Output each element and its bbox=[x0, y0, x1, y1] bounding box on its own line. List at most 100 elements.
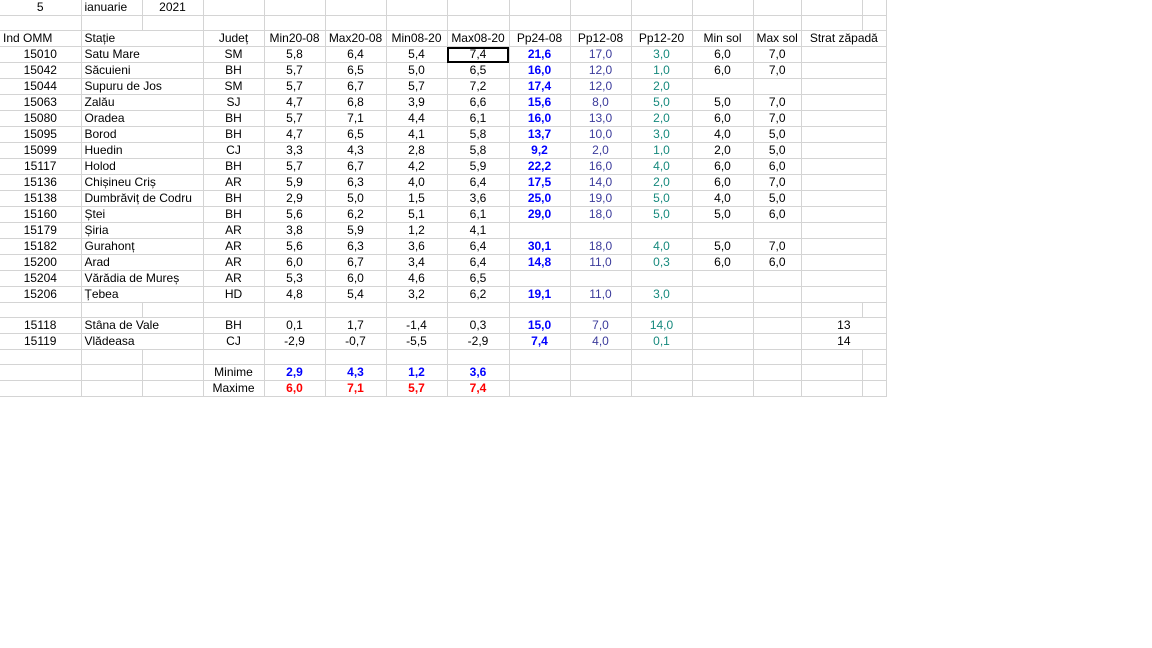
max20-08[interactable]: 6,2 bbox=[325, 206, 387, 223]
pp12-08[interactable]: 11,0 bbox=[570, 254, 632, 271]
empty-cell[interactable] bbox=[386, 0, 448, 16]
pp12-08[interactable]: 4,0 bbox=[570, 333, 632, 350]
pp12-20[interactable]: 3,0 bbox=[631, 46, 693, 63]
minime-value[interactable]: 3,6 bbox=[447, 364, 510, 381]
pp12-08[interactable]: 18,0 bbox=[570, 206, 632, 223]
pp12-08[interactable]: 10,0 bbox=[570, 126, 632, 143]
county[interactable]: BH bbox=[203, 62, 265, 79]
min20-08[interactable]: 5,7 bbox=[264, 78, 326, 95]
station-id[interactable]: 15136 bbox=[0, 174, 82, 191]
max20-08[interactable]: 6,7 bbox=[325, 254, 387, 271]
min20-08[interactable]: 5,7 bbox=[264, 158, 326, 175]
empty-cell[interactable] bbox=[570, 15, 632, 31]
min20-08[interactable]: 5,7 bbox=[264, 62, 326, 79]
min-sol[interactable] bbox=[692, 286, 754, 303]
station-id[interactable]: 15204 bbox=[0, 270, 82, 287]
min-sol[interactable]: 4,0 bbox=[692, 126, 754, 143]
empty-cell[interactable] bbox=[570, 0, 632, 16]
empty-cell[interactable] bbox=[447, 349, 510, 365]
header-pp24-08[interactable]: Pp24-08 bbox=[509, 30, 571, 47]
pp24-08[interactable]: 17,4 bbox=[509, 78, 571, 95]
station-id[interactable]: 15119 bbox=[0, 333, 82, 350]
header-max20-08[interactable]: Max20-08 bbox=[325, 30, 387, 47]
empty-cell[interactable] bbox=[0, 364, 82, 381]
strat-zapada[interactable] bbox=[801, 206, 887, 223]
empty-cell[interactable] bbox=[509, 302, 571, 318]
empty-cell[interactable] bbox=[801, 380, 863, 397]
empty-cell[interactable] bbox=[203, 349, 265, 365]
max08-20[interactable]: 5,9 bbox=[447, 158, 510, 175]
max-sol[interactable]: 5,0 bbox=[753, 142, 802, 159]
strat-zapada[interactable]: 14 bbox=[801, 333, 887, 350]
empty-cell[interactable] bbox=[142, 349, 204, 365]
min-sol[interactable] bbox=[692, 78, 754, 95]
empty-cell[interactable] bbox=[264, 302, 326, 318]
station-id[interactable]: 15182 bbox=[0, 238, 82, 255]
empty-cell[interactable] bbox=[203, 15, 265, 31]
minime-label[interactable]: Minime bbox=[203, 364, 265, 381]
pp24-08[interactable] bbox=[509, 270, 571, 287]
max-sol[interactable]: 7,0 bbox=[753, 94, 802, 111]
empty-cell[interactable] bbox=[142, 15, 204, 31]
pp12-08[interactable]: 18,0 bbox=[570, 238, 632, 255]
max20-08[interactable]: 6,3 bbox=[325, 238, 387, 255]
header-ind-omm[interactable]: Ind OMM bbox=[0, 30, 82, 47]
max08-20[interactable]: 6,1 bbox=[447, 206, 510, 223]
pp24-08[interactable]: 21,6 bbox=[509, 46, 571, 63]
max-sol[interactable]: 7,0 bbox=[753, 174, 802, 191]
min-sol[interactable]: 6,0 bbox=[692, 46, 754, 63]
county[interactable]: BH bbox=[203, 317, 265, 334]
empty-cell[interactable] bbox=[862, 349, 887, 365]
station-name[interactable]: Gurahonț bbox=[81, 238, 204, 255]
min-sol[interactable]: 4,0 bbox=[692, 190, 754, 207]
min08-20[interactable]: 5,7 bbox=[386, 78, 448, 95]
minime-value[interactable]: 2,9 bbox=[264, 364, 326, 381]
max-sol[interactable]: 7,0 bbox=[753, 110, 802, 127]
station-id[interactable]: 15160 bbox=[0, 206, 82, 223]
empty-cell[interactable] bbox=[631, 302, 693, 318]
station-name[interactable]: Șiria bbox=[81, 222, 204, 239]
pp24-08[interactable]: 19,1 bbox=[509, 286, 571, 303]
empty-cell[interactable] bbox=[386, 302, 448, 318]
station-id[interactable]: 15118 bbox=[0, 317, 82, 334]
empty-cell[interactable] bbox=[692, 0, 754, 16]
max08-20[interactable]: 4,1 bbox=[447, 222, 510, 239]
empty-cell[interactable] bbox=[142, 380, 204, 397]
pp24-08[interactable]: 7,4 bbox=[509, 333, 571, 350]
pp12-20[interactable]: 14,0 bbox=[631, 317, 693, 334]
max20-08[interactable]: 6,7 bbox=[325, 78, 387, 95]
min-sol[interactable]: 6,0 bbox=[692, 110, 754, 127]
station-name[interactable]: Borod bbox=[81, 126, 204, 143]
pp12-20[interactable]: 4,0 bbox=[631, 158, 693, 175]
pp24-08[interactable]: 30,1 bbox=[509, 238, 571, 255]
empty-cell[interactable] bbox=[570, 380, 632, 397]
header-pp12-20[interactable]: Pp12-20 bbox=[631, 30, 693, 47]
empty-cell[interactable] bbox=[692, 302, 754, 318]
max-sol[interactable]: 7,0 bbox=[753, 62, 802, 79]
empty-cell[interactable] bbox=[801, 15, 863, 31]
maxime-value[interactable]: 7,4 bbox=[447, 380, 510, 397]
min-sol[interactable]: 5,0 bbox=[692, 94, 754, 111]
max08-20[interactable]: 3,6 bbox=[447, 190, 510, 207]
pp12-20[interactable]: 3,0 bbox=[631, 126, 693, 143]
pp12-08[interactable]: 7,0 bbox=[570, 317, 632, 334]
strat-zapada[interactable] bbox=[801, 78, 887, 95]
county[interactable]: AR bbox=[203, 174, 265, 191]
county[interactable]: BH bbox=[203, 190, 265, 207]
pp12-20[interactable]: 0,1 bbox=[631, 333, 693, 350]
max-sol[interactable] bbox=[753, 317, 802, 334]
pp12-08[interactable]: 16,0 bbox=[570, 158, 632, 175]
pp12-20[interactable]: 2,0 bbox=[631, 110, 693, 127]
county[interactable]: BH bbox=[203, 206, 265, 223]
maxime-value[interactable]: 5,7 bbox=[386, 380, 448, 397]
pp12-20[interactable]: 5,0 bbox=[631, 190, 693, 207]
empty-cell[interactable] bbox=[264, 0, 326, 16]
station-id[interactable]: 15080 bbox=[0, 110, 82, 127]
empty-cell[interactable] bbox=[801, 0, 863, 16]
strat-zapada[interactable] bbox=[801, 126, 887, 143]
min20-08[interactable]: 4,7 bbox=[264, 94, 326, 111]
max08-20[interactable]: 7,2 bbox=[447, 78, 510, 95]
empty-cell[interactable] bbox=[862, 380, 887, 397]
maxime-value[interactable]: 6,0 bbox=[264, 380, 326, 397]
county[interactable]: BH bbox=[203, 158, 265, 175]
